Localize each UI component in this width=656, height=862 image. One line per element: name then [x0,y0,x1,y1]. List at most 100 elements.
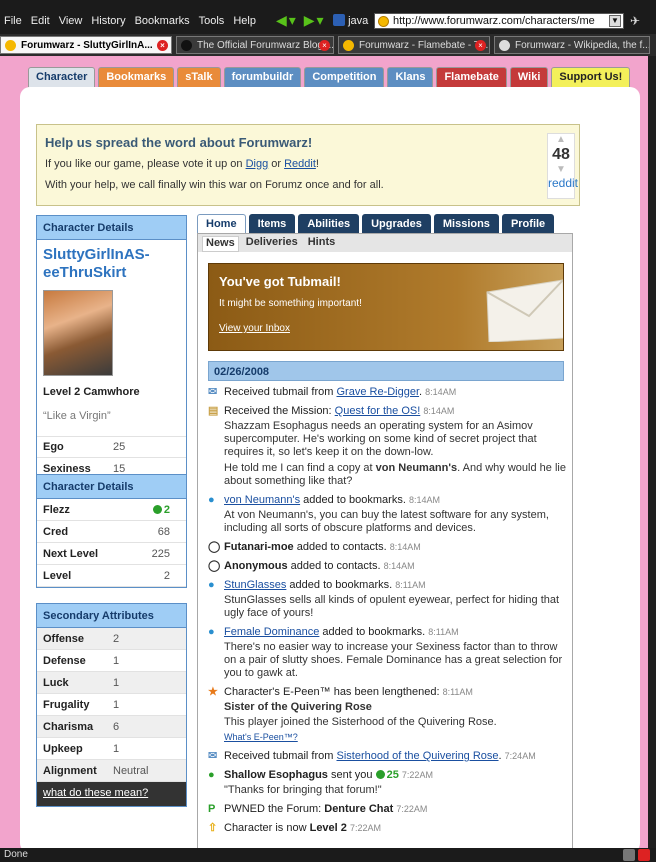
feed-link[interactable]: Quest for the OS! [335,405,421,417]
feed-post: . [419,386,423,398]
feed-link[interactable]: Grave Re-Digger [337,386,420,398]
menu-item-history[interactable]: History [91,15,125,27]
menu-item-bookmarks[interactable]: Bookmarks [135,15,190,27]
tab-abilities[interactable]: Abilities [298,214,360,234]
browser-tab[interactable]: Forumwarz - Flamebate - Th... × [338,36,490,54]
digg-link[interactable]: Digg [246,158,269,170]
url-bar[interactable]: http://www.forumwarz.com/characters/me ▼ [374,13,624,29]
feed-text: StunGlasses added to bookmarks. 8:11AM [224,579,426,592]
url-dropdown-icon[interactable]: ▼ [609,15,621,27]
feed-item: ● StunGlasses added to bookmarks. 8:11AM S… [208,579,568,620]
feed-bold: Denture Chat [324,803,394,815]
menu-item-view[interactable]: View [59,15,83,27]
view-inbox-link[interactable]: View your Inbox [219,323,290,334]
speech-bubble-icon: ◯ [208,560,221,572]
details-panel-header: Character Details [37,475,186,499]
promo-line2: With your help, we call finally win this… [45,179,384,191]
detail-label: Next Level [43,547,99,560]
feed-post: added to bookmarks. [286,579,393,591]
feed-description: "Thanks for bringing that forum!" [224,784,382,796]
site-nav-wiki[interactable]: Wiki [509,67,549,87]
browser-menubar: File Edit View History Bookmarks Tools Help ◀▾… [0,0,656,34]
attribute-label: Upkeep [43,742,83,755]
upvote-icon[interactable]: ▲ [548,134,574,146]
feed-description: There's no easier way to increase your S… [224,641,563,679]
site-nav-klans[interactable]: Klans [387,67,434,87]
close-tab-icon[interactable]: × [475,40,486,51]
site-nav-support-us[interactable]: Support Us! [551,67,631,87]
menu-item-tools[interactable]: Tools [199,15,225,27]
tab-home[interactable]: Home [197,214,246,234]
feed-pre: Received the Mission: [224,405,335,417]
detail-row: Cred 68 [37,521,186,543]
feed-actor: Futanari-moe [224,541,294,553]
site-nav-competition[interactable]: Competition [304,67,385,87]
site-nav: Character Bookmarks sTalk forumbuildr Compet… [28,67,631,87]
subtab-deliveries[interactable]: Deliveries [243,236,301,252]
feed-item: ★ Character's E-Peen™ has been lengthened… [208,686,568,744]
back-icon[interactable]: ◀▾ [276,12,298,28]
search-engine[interactable]: java [333,14,368,27]
promo-box: Help us spread the word about Forumwarz!… [36,124,580,206]
feed-timestamp: 8:11AM [428,627,459,637]
browser-tab[interactable]: Forumwarz - SluttyGirlInA... × [0,36,172,54]
close-tab-icon[interactable]: × [319,40,330,51]
feed-line: ★ Character's E-Peen™ has been lengthened… [208,686,568,699]
attribute-row: Luck 1 [37,672,186,694]
menu-bar: File Edit View History Bookmarks Tools Help [4,15,256,27]
feed-text: Received tubmail from Sisterhood of the … [224,750,536,763]
adblock-icon[interactable] [638,849,650,861]
reddit-vote-widget[interactable]: ▲ 48 ▼ reddit [547,133,578,199]
flezz-amount-text: 25 [386,769,399,781]
feed-link[interactable]: Female Dominance [224,626,319,638]
menu-item-edit[interactable]: Edit [31,15,50,27]
main-card: Help us spread the word about Forumwarz!… [20,87,640,853]
tab-missions[interactable]: Missions [433,214,499,234]
details-rows: Flezz 2 Cred 68 Next Level 225 Level 2 [37,499,186,587]
browser-tab[interactable]: Forumwarz - Wikipedia, the f... [494,36,650,54]
site-nav-character[interactable]: Character [28,67,96,87]
feed-line: ● Shallow Esophagus sent you 25 7:22AM [208,769,568,782]
whats-epeen-link[interactable]: What's E-Peen™? [224,732,298,742]
feed-timestamp: 8:14AM [389,542,421,552]
menu-item-help[interactable]: Help [233,15,256,27]
globe-icon: ● [208,626,215,638]
feed-line: P PWNED the Forum: Denture Chat 7:22AM [208,803,568,816]
addon-icon[interactable] [623,849,635,861]
reddit-link[interactable]: Reddit [284,158,316,170]
feed-item: P PWNED the Forum: Denture Chat 7:22AM [208,803,568,816]
menu-item-file[interactable]: File [4,15,22,27]
feed-link[interactable]: StunGlasses [224,579,286,591]
detail-value: 225 [152,548,170,560]
flezz-icon [152,504,162,514]
feed-post: added to bookmarks. [300,494,406,506]
mail-icon: ✉ [208,750,218,762]
feed-pre: Character is now [224,822,310,834]
feed-link[interactable]: von Neumann's [224,494,300,506]
promo-or: or [268,158,285,170]
attribute-value: Neutral [113,764,149,777]
feed-line: ◯ Futanari-moe added to contacts. 8:14AM [208,541,568,554]
tab-items[interactable]: Items [248,214,296,234]
flezz-icon: ● [208,769,215,781]
tab-upgrades[interactable]: Upgrades [362,214,431,234]
scrollbar[interactable] [648,56,656,848]
browser-tab[interactable]: The Official Forumwarz Blog ... × [176,36,334,54]
sun-icon [333,14,345,26]
subtab-news[interactable]: News [202,236,239,252]
what-do-these-mean-link[interactable]: what do these mean? [43,787,148,799]
site-nav-stalk[interactable]: sTalk [177,67,221,87]
site-nav-forumbuildr[interactable]: forumbuildr [223,67,302,87]
tab-profile[interactable]: Profile [501,214,555,234]
site-nav-flamebate[interactable]: Flamebate [436,67,507,87]
airplane-icon[interactable]: ✈ [630,14,640,28]
subtab-hints[interactable]: Hints [305,236,339,252]
feed-link[interactable]: Sisterhood of the Quivering Rose [337,750,499,762]
url-text: http://www.forumwarz.com/characters/me [393,15,595,27]
forward-icon[interactable]: ▶▾ [304,12,326,28]
secondary-panel: Secondary Attributes Offense 2 Defense 1 Luc… [36,603,187,807]
pwned-icon: P [208,803,216,815]
downvote-icon[interactable]: ▼ [548,164,574,176]
close-tab-icon[interactable]: × [157,40,168,51]
site-nav-bookmarks[interactable]: Bookmarks [98,67,175,87]
